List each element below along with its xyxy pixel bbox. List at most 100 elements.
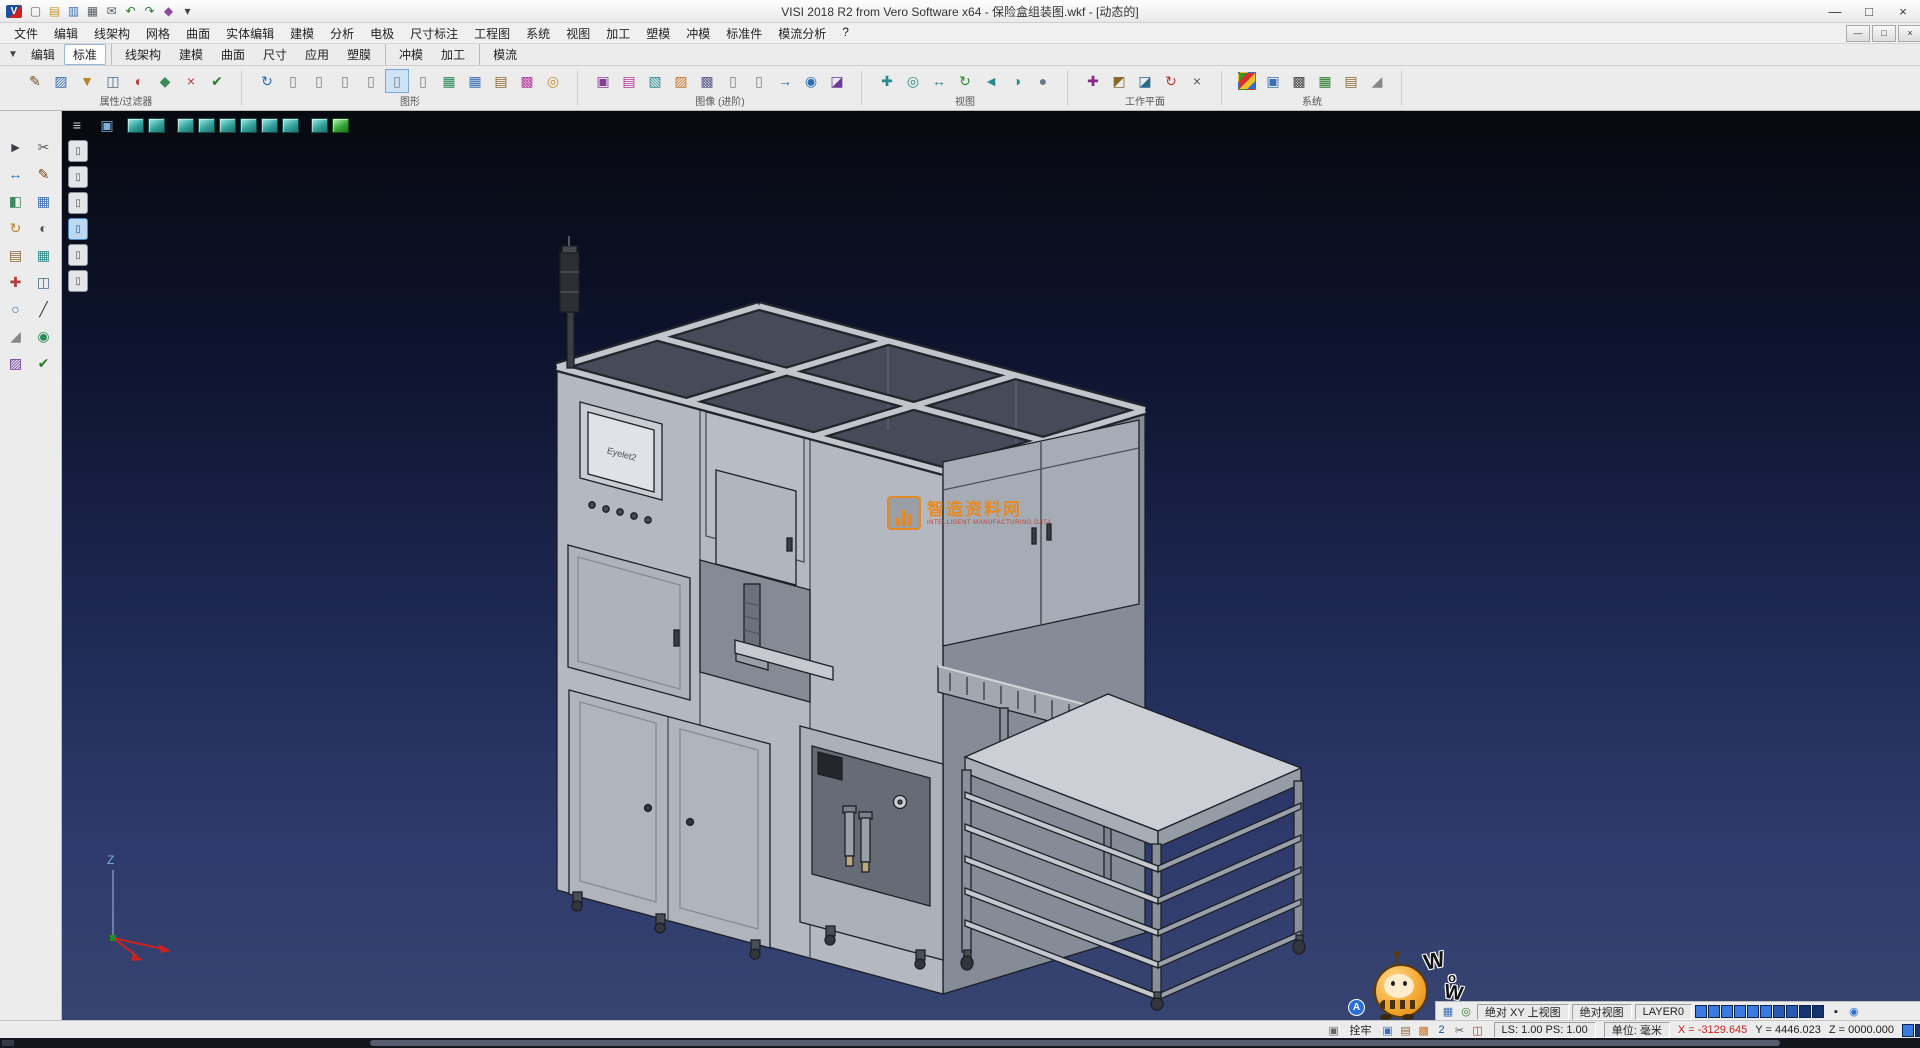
style-capsule-5-icon[interactable]: ▯ (385, 69, 409, 93)
menu-flow-analysis[interactable]: 模流分析 (770, 23, 834, 44)
export-image-icon[interactable]: → (773, 69, 797, 93)
tab-flow[interactable]: 模流 (479, 44, 526, 65)
layer-panel[interactable]: LAYER0 (1635, 1004, 1692, 1020)
tab-application[interactable]: 应用 (296, 44, 338, 65)
render-quality-icon[interactable]: ◉ (799, 69, 823, 93)
menu-solid-edit[interactable]: 实体编辑 (218, 23, 282, 44)
system-grid-icon[interactable]: ▦ (1313, 69, 1337, 93)
view-cube-left-icon[interactable] (240, 118, 257, 133)
mini-view-3-button[interactable]: ▯ (68, 192, 88, 214)
chamfer-edge-icon[interactable]: ◢ (4, 325, 28, 347)
tab-edit[interactable]: 编辑 (22, 44, 64, 65)
tab-mold-film[interactable]: 塑膜 (338, 44, 380, 65)
view-window-icon[interactable]: ▣ (97, 115, 117, 135)
image-layers-icon[interactable]: ▧ (643, 69, 667, 93)
circle-create-icon[interactable]: ○ (4, 298, 28, 320)
workplane-3points-icon[interactable]: ◪ (1133, 69, 1157, 93)
system-list-icon[interactable]: ▤ (1339, 69, 1363, 93)
menu-help[interactable]: ? (834, 23, 857, 44)
menu-view[interactable]: 视图 (558, 23, 598, 44)
quick-access-dropdown-icon[interactable]: ▾ (178, 2, 197, 20)
edit-attributes-icon[interactable]: ✎ (23, 69, 47, 93)
mini-view-4-button[interactable]: ▯ (68, 218, 88, 240)
absolute-view-panel[interactable]: 绝对视图 (1572, 1004, 1632, 1020)
menu-surface[interactable]: 曲面 (178, 23, 218, 44)
viewport-3d[interactable]: Eyelet2 (61, 110, 1920, 1020)
layer-seg-6[interactable] (1760, 1005, 1772, 1018)
workplane-rotate-icon[interactable]: ↻ (1159, 69, 1183, 93)
style-capsule-4-icon[interactable]: ▯ (359, 69, 383, 93)
capture-image-icon[interactable]: ▣ (591, 69, 615, 93)
mini-view-6-button[interactable]: ▯ (68, 270, 88, 292)
mdi-restore-button[interactable]: □ (1872, 25, 1896, 42)
menu-die[interactable]: 冲模 (678, 23, 718, 44)
paint-fill-icon[interactable]: ▩ (1416, 1023, 1432, 1038)
scrollbar-thumb[interactable] (370, 1040, 1780, 1046)
layer-seg-1[interactable] (1695, 1005, 1707, 1018)
system-colors-icon[interactable] (1238, 72, 1256, 90)
image-capsule-1-icon[interactable]: ▯ (721, 69, 745, 93)
layer-seg-3[interactable] (1721, 1005, 1733, 1018)
visi-logo-icon[interactable]: V (6, 5, 22, 18)
mdi-minimize-button[interactable]: — (1846, 25, 1870, 42)
view-cube-back-icon[interactable] (219, 118, 236, 133)
menu-electrode[interactable]: 电极 (362, 23, 402, 44)
mdi-close-button[interactable]: × (1898, 25, 1920, 42)
coord-seg-1[interactable] (1902, 1024, 1914, 1037)
hatch-fill-icon[interactable]: ▨ (4, 352, 28, 374)
menu-wireframe[interactable]: 线架构 (86, 23, 138, 44)
layer-filter-icon[interactable]: ◫ (101, 69, 125, 93)
layer-seg-7[interactable] (1773, 1005, 1785, 1018)
menu-machining[interactable]: 加工 (598, 23, 638, 44)
lock-toggle-icon[interactable]: ▣ (1326, 1023, 1342, 1038)
element-filter-icon[interactable]: ◆ (153, 69, 177, 93)
redo-icon[interactable]: ↷ (140, 2, 159, 20)
color-filter-icon[interactable]: ◐ (127, 69, 151, 93)
edit-pencil-icon[interactable]: ✎ (32, 163, 56, 185)
tab-dimension[interactable]: 尺寸 (254, 44, 296, 65)
move-element-icon[interactable]: ↔ (4, 163, 28, 185)
slope-shade-icon[interactable]: ◢ (1365, 69, 1389, 93)
select-arrow-icon[interactable]: ► (4, 136, 28, 158)
clear-filter-icon[interactable]: × (179, 69, 203, 93)
background-image-icon[interactable]: ▩ (695, 69, 719, 93)
apply-filter-icon[interactable]: ✔ (205, 69, 229, 93)
layer-seg-5[interactable] (1747, 1005, 1759, 1018)
print-icon[interactable]: ▦ (83, 2, 102, 20)
array-copy-icon[interactable]: ▦ (32, 190, 56, 212)
flag-icon[interactable]: ◫ (1470, 1023, 1486, 1038)
layer-seg-4[interactable] (1734, 1005, 1746, 1018)
layer-seg-2[interactable] (1708, 1005, 1720, 1018)
tab-wireframe[interactable]: 线架构 (111, 44, 170, 65)
style-capsule-3-icon[interactable]: ▯ (333, 69, 357, 93)
image-gallery-icon[interactable]: ▤ (617, 69, 641, 93)
menu-system[interactable]: 系统 (518, 23, 558, 44)
shade-toggle-icon[interactable]: ◐ (32, 217, 56, 239)
pixel-matrix-icon[interactable]: ▩ (1287, 69, 1311, 93)
menu-file[interactable]: 文件 (6, 23, 46, 44)
snap-grid-icon[interactable]: ▦ (463, 69, 487, 93)
grid-toggle-icon[interactable]: ▦ (32, 244, 56, 266)
style-capsule-1-icon[interactable]: ▯ (281, 69, 305, 93)
mirror-element-icon[interactable]: ◧ (4, 190, 28, 212)
view-cube-top-icon[interactable] (148, 118, 165, 133)
copy-attributes-icon[interactable]: ▨ (49, 69, 73, 93)
layer-seg-10[interactable] (1812, 1005, 1824, 1018)
menu-dimensioning[interactable]: 尺寸标注 (402, 23, 466, 44)
monitor-settings-icon[interactable]: ▣ (1261, 69, 1285, 93)
plane-create-icon[interactable]: ◫ (32, 271, 56, 293)
refresh-graphics-icon[interactable]: ↻ (255, 69, 279, 93)
image-capsule-2-icon[interactable]: ▯ (747, 69, 771, 93)
horizontal-scrollbar[interactable] (0, 1038, 1920, 1048)
material-palette-icon[interactable]: ▩ (515, 69, 539, 93)
workplane-face-icon[interactable]: ◩ (1107, 69, 1131, 93)
pan-view-icon[interactable]: ↔ (927, 69, 951, 93)
close-button[interactable]: × (1886, 1, 1920, 22)
confirm-check-icon[interactable]: ✔ (32, 352, 56, 374)
style-capsule-2-icon[interactable]: ▯ (307, 69, 331, 93)
previous-view-icon[interactable]: ◄ (979, 69, 1003, 93)
palette-icon[interactable]: ◆ (159, 2, 178, 20)
menu-edit[interactable]: 编辑 (46, 23, 86, 44)
rotate-element-icon[interactable]: ↻ (4, 217, 28, 239)
capture-view-icon[interactable]: ▣ (1380, 1023, 1396, 1038)
